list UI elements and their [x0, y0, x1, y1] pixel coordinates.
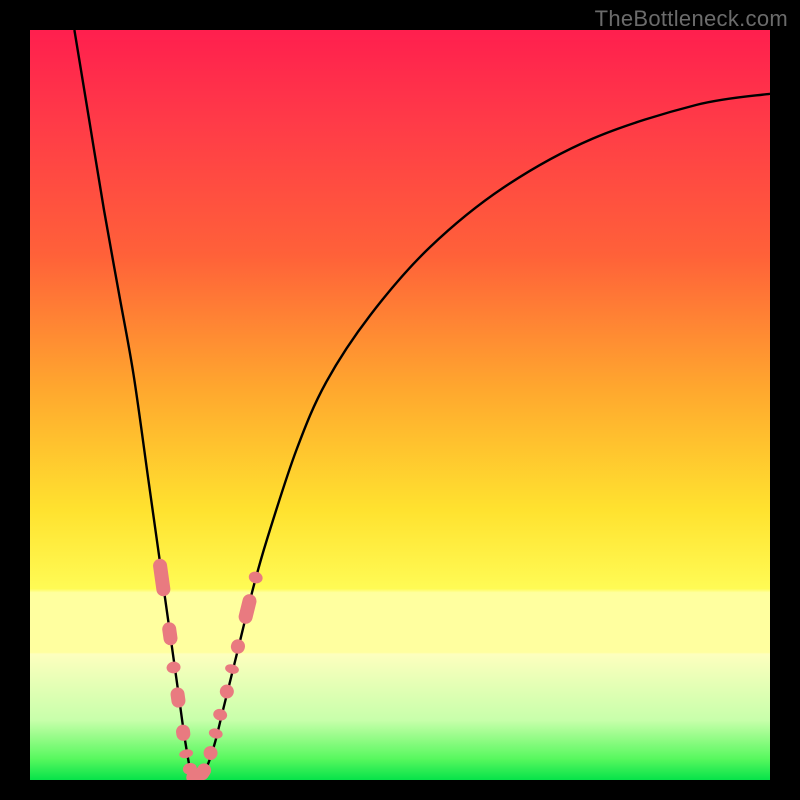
sample-marker — [152, 558, 171, 597]
sample-marker — [178, 748, 193, 759]
sample-marker — [237, 593, 258, 626]
sample-marker — [208, 727, 224, 740]
sample-marker — [175, 724, 191, 742]
watermark-text: TheBottleneck.com — [595, 6, 788, 32]
curve-layer — [30, 30, 770, 780]
sample-marker — [224, 663, 240, 675]
sample-marker — [161, 621, 178, 646]
sample-marker — [170, 686, 187, 708]
sample-marker — [212, 707, 228, 722]
sample-marker — [166, 661, 181, 674]
sample-marker — [202, 744, 220, 762]
sample-marker — [247, 570, 264, 585]
sample-marker — [218, 683, 235, 700]
sample-markers — [152, 558, 264, 780]
sample-marker — [229, 638, 246, 655]
chart-frame: TheBottleneck.com — [0, 0, 800, 800]
